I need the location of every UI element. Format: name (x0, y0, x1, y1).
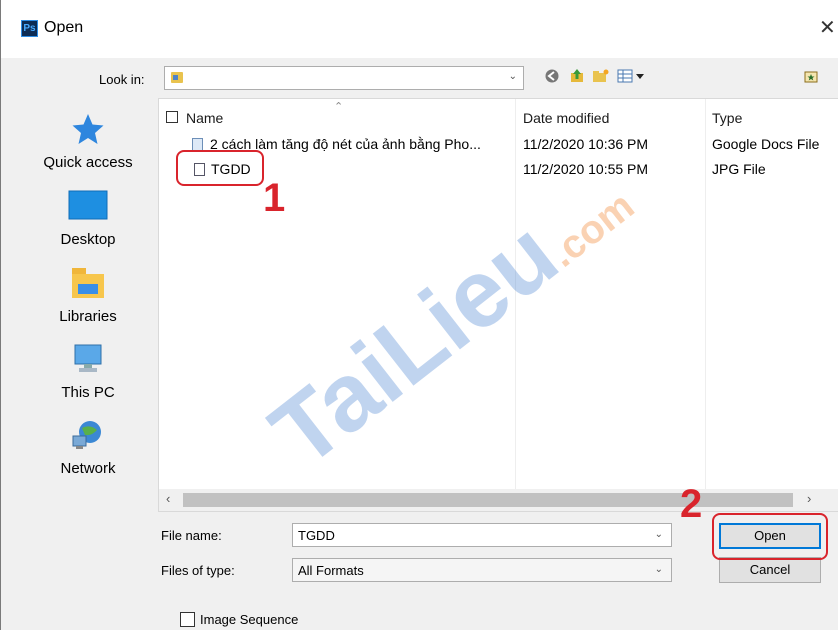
photoshop-app-icon: Ps (21, 20, 38, 37)
filetype-select[interactable]: All Formats ⌄ (292, 558, 672, 582)
sort-caret-icon: ⌃ (334, 101, 344, 113)
places-bar: Quick access Desktop Libraries This PC N… (23, 98, 153, 610)
filetype-label: Files of type: (161, 563, 235, 578)
filename-input[interactable]: TGDD ⌄ (292, 523, 672, 547)
desktop-shortcut-icon[interactable] (803, 68, 819, 87)
libraries-icon (72, 268, 104, 298)
title-bar: Ps Open ✕ (1, 0, 838, 58)
image-sequence-label: Image Sequence (200, 612, 299, 627)
filename-label: File name: (161, 528, 222, 543)
filename-value: TGDD (298, 528, 335, 543)
sidebar-item-quick-access[interactable]: Quick access (23, 112, 153, 188)
new-folder-icon[interactable] (592, 68, 610, 87)
sidebar-item-label: Quick access (43, 154, 133, 171)
filetype-value: All Formats (298, 563, 364, 578)
cancel-button[interactable]: Cancel (719, 557, 821, 583)
sidebar-item-this-pc[interactable]: This PC (23, 342, 153, 412)
view-menu-icon[interactable] (617, 68, 647, 87)
file-date: 11/2/2020 10:36 PM (523, 136, 649, 152)
sidebar-item-label: Libraries (59, 308, 117, 325)
scroll-left-icon[interactable]: ‹ (166, 491, 170, 506)
window-title: Open (44, 19, 84, 36)
computer-icon (74, 344, 102, 372)
image-sequence-checkbox[interactable] (180, 612, 195, 627)
annotation-step2: 2 (680, 482, 703, 526)
desktop-icon (68, 190, 108, 220)
file-type: Google Docs File (712, 136, 820, 152)
column-header-date[interactable]: Date modified (523, 110, 609, 126)
network-icon (72, 421, 101, 449)
close-icon[interactable]: ✕ (819, 15, 836, 40)
up-folder-icon[interactable] (569, 68, 585, 87)
sidebar-item-label: Network (60, 460, 116, 477)
column-header-type[interactable]: Type (712, 110, 742, 126)
column-header-name[interactable]: Name (186, 110, 223, 126)
chevron-down-icon: ⌄ (508, 71, 517, 82)
folder-icon (171, 72, 183, 83)
annotation-ring-step1 (176, 150, 264, 186)
sidebar-item-label: Desktop (60, 231, 116, 248)
scroll-right-icon[interactable]: › (807, 491, 811, 506)
sidebar-item-label: This PC (61, 384, 115, 401)
file-date: 11/2/2020 10:55 PM (523, 161, 649, 177)
back-icon[interactable] (544, 68, 560, 87)
lookin-dropdown[interactable]: ⌄ (164, 66, 524, 90)
star-icon (72, 114, 104, 144)
select-all-checkbox[interactable] (166, 111, 178, 123)
chevron-down-icon: ⌄ (654, 564, 663, 575)
horizontal-scrollbar[interactable]: ‹ › (159, 489, 838, 511)
sidebar-item-network[interactable]: Network (23, 418, 153, 488)
chevron-down-icon[interactable]: ⌄ (655, 529, 663, 540)
lookin-label: Look in: (99, 72, 145, 87)
sidebar-item-desktop[interactable]: Desktop (23, 190, 153, 260)
sidebar-item-libraries[interactable]: Libraries (23, 266, 153, 336)
annotation-ring-step2 (712, 513, 828, 560)
open-dialog: Ps Open ✕ Look in: ⌄ Quick access Deskto… (0, 0, 838, 630)
annotation-step1: 1 (263, 176, 286, 220)
file-type: JPG File (712, 161, 766, 177)
